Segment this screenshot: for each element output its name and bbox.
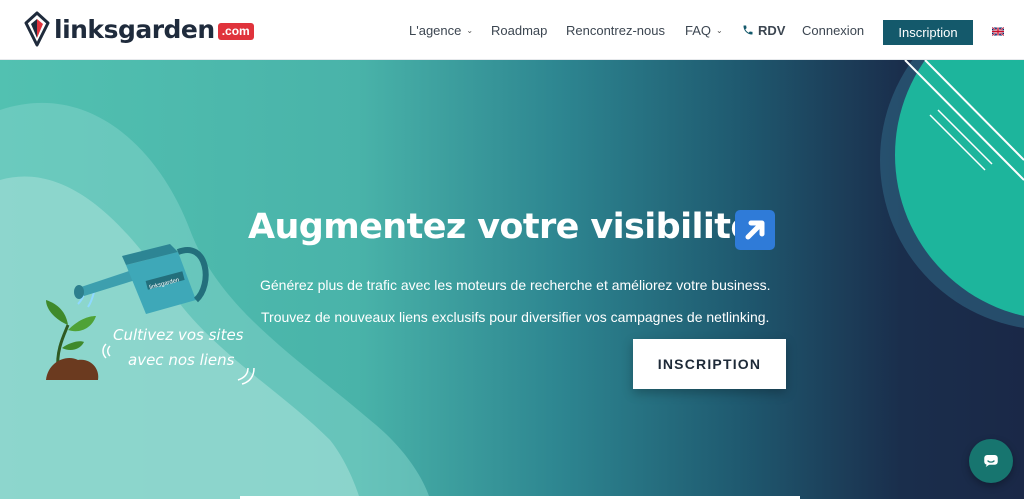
arrow-up-right-icon xyxy=(735,210,775,250)
nav-item-rencontrez-nous[interactable]: Rencontrez-nous xyxy=(566,0,665,60)
phone-icon xyxy=(743,25,753,35)
hero-signup-button[interactable]: INSCRIPTION xyxy=(633,339,786,389)
nav-faq-label: FAQ xyxy=(685,22,712,38)
hero-section: linksgarden Cultivez vos sites avec nos … xyxy=(0,60,1024,499)
nav-item-agence[interactable]: L'agence ⌄ xyxy=(409,0,473,60)
nav-rencontrez-label: Rencontrez-nous xyxy=(566,22,665,38)
nav-item-connexion[interactable]: Connexion xyxy=(802,0,864,60)
hero-subtitle-2: Trouvez de nouveaux liens exclusifs pour… xyxy=(261,309,770,325)
logo-text: linksgarden xyxy=(54,14,215,44)
hero-tagline-line-2: avec nos liens xyxy=(128,351,235,369)
nav-item-roadmap[interactable]: Roadmap xyxy=(491,0,547,60)
nav-agence-label: L'agence xyxy=(409,22,462,38)
chat-bubble-icon xyxy=(984,455,998,467)
nav-item-rdv[interactable]: RDV xyxy=(742,0,785,60)
chevron-down-icon: ⌄ xyxy=(716,25,723,35)
chat-button[interactable] xyxy=(969,439,1013,483)
hero-subtitle-1: Générez plus de trafic avec les moteurs … xyxy=(260,277,771,293)
header-signup-button[interactable]: Inscription xyxy=(883,20,973,45)
nav-roadmap-label: Roadmap xyxy=(491,22,548,38)
chevron-down-icon: ⌄ xyxy=(466,25,474,35)
nav-item-faq[interactable]: FAQ ⌄ xyxy=(685,0,723,60)
nav-rdv-label: RDV xyxy=(758,22,786,38)
hero-tagline-line-1: Cultivez vos sites xyxy=(113,326,244,344)
logo[interactable]: linksgarden .com xyxy=(24,11,254,47)
hero-title: Augmentez votre visibilité xyxy=(248,207,754,247)
nav-connexion-label: Connexion xyxy=(802,22,865,38)
logo-tld-badge: .com xyxy=(217,22,254,40)
site-header: linksgarden .com L'agence ⌄ Roadmap Renc… xyxy=(0,0,1024,60)
uk-flag-icon[interactable] xyxy=(992,27,1004,36)
logo-leaf-icon xyxy=(24,11,50,47)
